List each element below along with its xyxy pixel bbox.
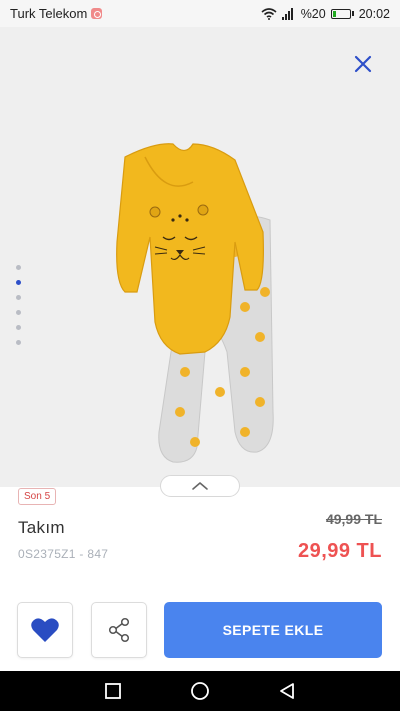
status-right: %20 20:02 xyxy=(261,7,390,21)
pagination-dot[interactable] xyxy=(16,295,21,300)
add-to-cart-button[interactable]: SEPETE EKLE xyxy=(164,602,382,658)
pagination-dot[interactable] xyxy=(16,265,21,270)
status-left: Turk Telekom xyxy=(10,6,103,21)
battery-percent: %20 xyxy=(300,6,326,21)
new-price: 29,99 TL xyxy=(297,540,382,562)
favorite-button[interactable] xyxy=(17,602,73,658)
share-button[interactable] xyxy=(91,602,147,658)
clock: 20:02 xyxy=(358,6,390,21)
battery-icon xyxy=(330,8,354,19)
heart-icon xyxy=(31,618,59,642)
gallery-pagination xyxy=(16,265,21,345)
product-gallery[interactable] xyxy=(0,27,400,487)
product-image xyxy=(116,143,274,463)
chevron-up-icon xyxy=(192,482,208,490)
pagination-dot[interactable] xyxy=(16,340,21,345)
circle-icon xyxy=(191,682,209,700)
carrier-name: Turk Telekom xyxy=(10,6,88,21)
pagination-dot[interactable] xyxy=(16,310,21,315)
carrier-notification-icon xyxy=(91,8,103,19)
signal-icon xyxy=(281,7,293,20)
pagination-dot[interactable] xyxy=(16,280,21,285)
close-button[interactable] xyxy=(352,53,374,75)
pagination-dot[interactable] xyxy=(16,325,21,330)
product-title: Takım xyxy=(18,518,65,537)
wifi-icon xyxy=(261,7,277,20)
old-price: 49,99 TL xyxy=(325,511,382,527)
square-icon xyxy=(105,683,122,699)
product-code: 0S2375Z1 - 847 xyxy=(18,547,109,561)
recent-apps-button[interactable] xyxy=(102,680,124,702)
back-button[interactable] xyxy=(276,680,298,702)
expand-details-button[interactable] xyxy=(160,475,240,497)
status-bar: Turk Telekom %20 20:02 xyxy=(0,0,400,27)
triangle-back-icon xyxy=(279,683,294,699)
share-icon xyxy=(108,617,130,643)
home-button[interactable] xyxy=(189,680,211,702)
system-nav-bar xyxy=(0,671,400,711)
close-icon xyxy=(354,55,372,73)
stock-badge: Son 5 xyxy=(18,488,57,505)
